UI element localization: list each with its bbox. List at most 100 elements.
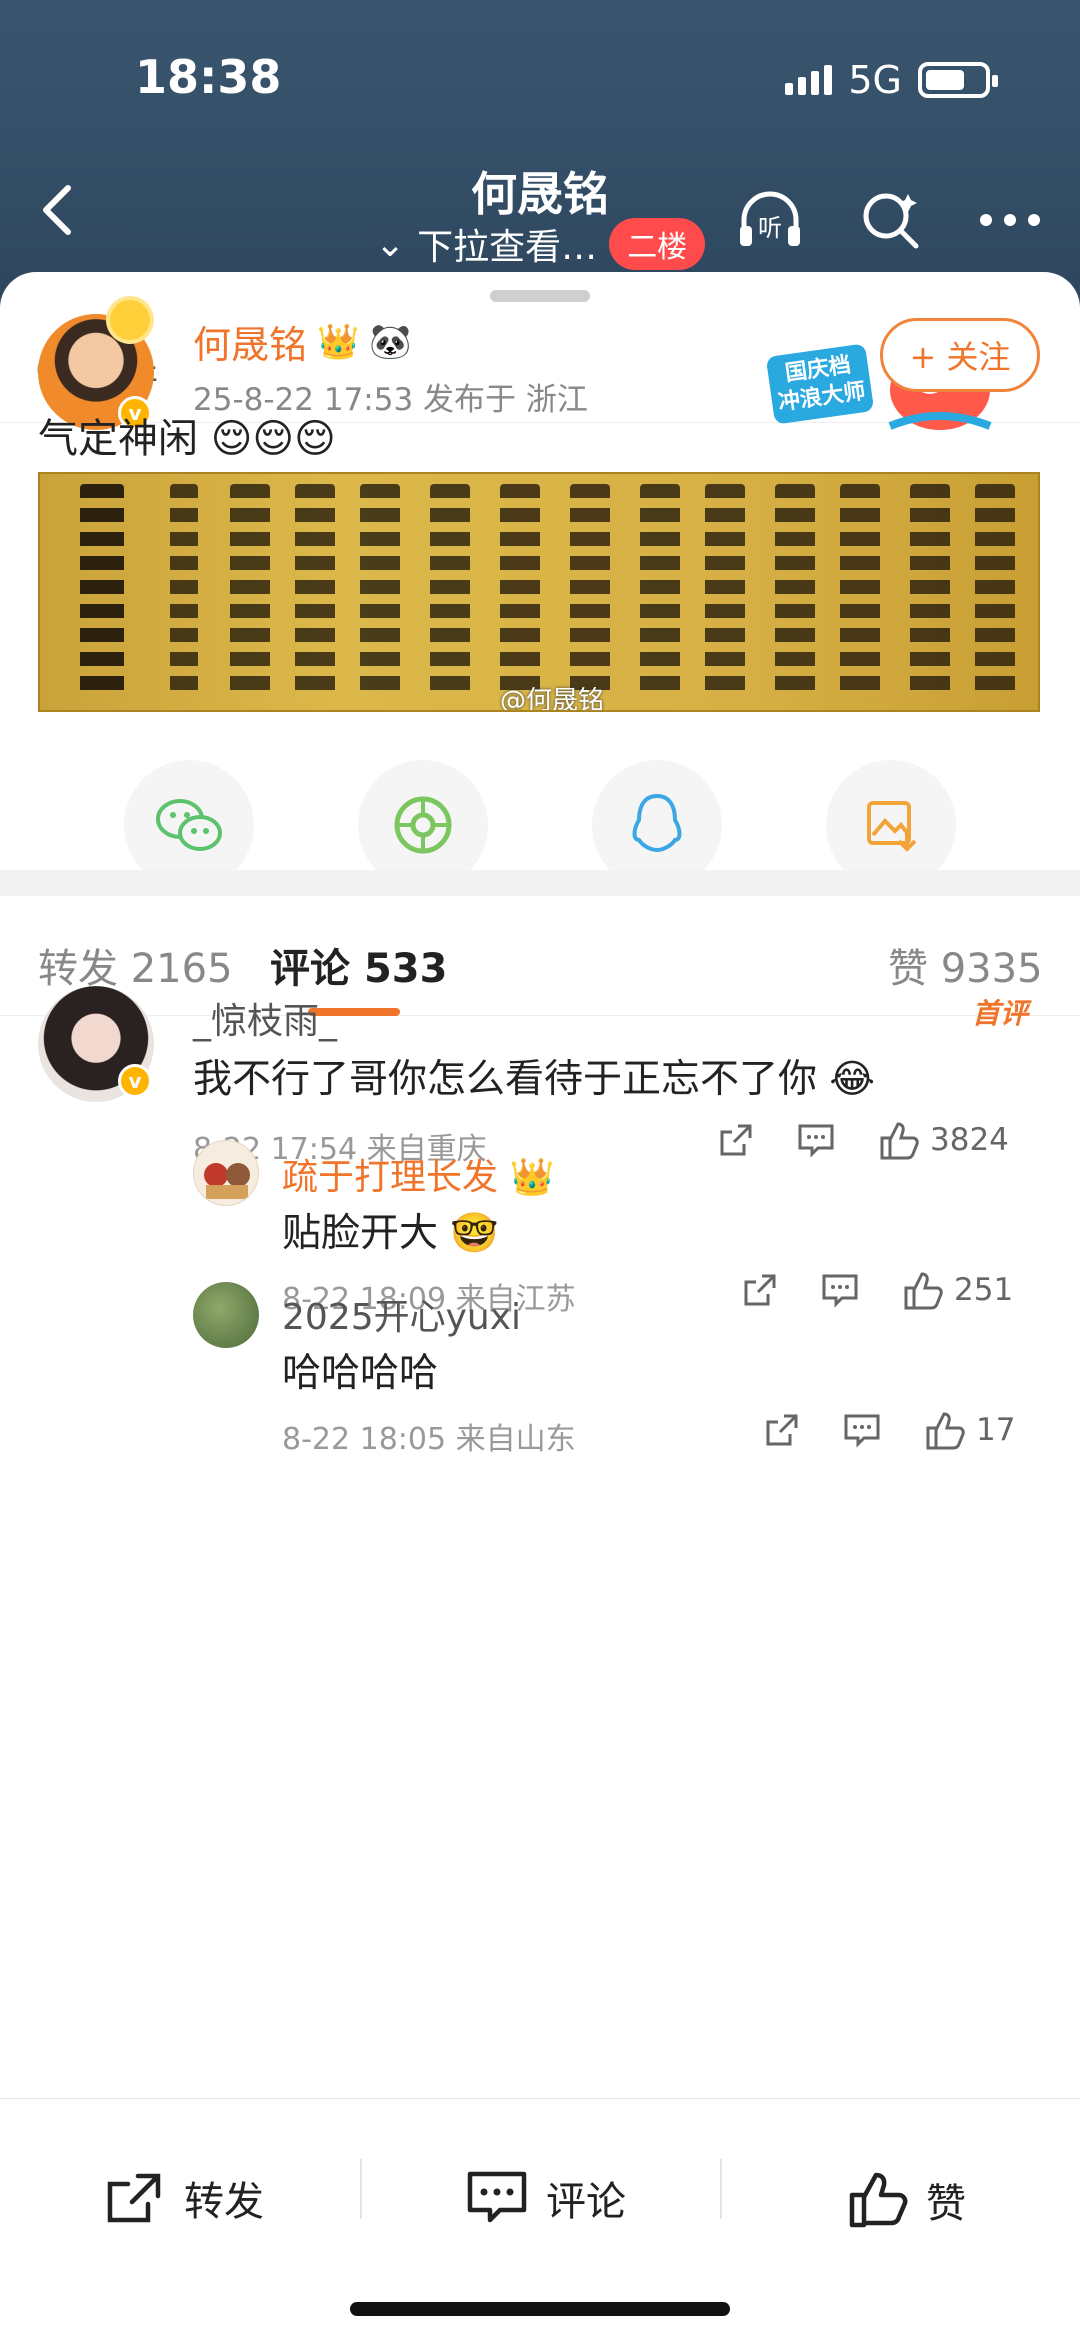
reply-like-button[interactable]: 251 <box>900 1268 1013 1312</box>
separator <box>360 2159 362 2219</box>
author-name-label: 何晟铭 <box>193 323 308 367</box>
battery-icon <box>918 62 998 98</box>
reply-repost-button[interactable] <box>740 1270 780 1310</box>
reply-reply-button[interactable] <box>820 1270 860 1310</box>
like-label: 赞 <box>926 2181 966 2227</box>
comment-repost-button[interactable] <box>716 1120 756 1160</box>
reply-like-count: 17 <box>976 1412 1016 1448</box>
commenter-name[interactable]: _惊枝雨_ <box>193 992 337 1044</box>
tab-bar: 转发 2165 评论 533 赞 9335 <box>0 896 1080 1016</box>
comment-icon <box>798 1124 834 1158</box>
wechat-icon <box>156 799 222 851</box>
reply-repost-button[interactable] <box>762 1410 802 1450</box>
separator <box>720 2159 722 2219</box>
comment-icon <box>467 2171 527 2223</box>
search-button[interactable] <box>850 180 930 260</box>
repost-button[interactable]: 转发 <box>104 2169 264 2227</box>
crown-icon: 👑 <box>317 321 360 362</box>
comment-label: 评论 <box>546 2179 626 2225</box>
reply-actions: 17 <box>762 1408 1015 1452</box>
glasses-emoji-icon: 🤓 <box>450 1211 499 1256</box>
comment-text: 我不行了哥你怎么看待于正忘不了你 😂 <box>193 1048 875 1104</box>
reply-text: 贴脸开大 🤓 <box>282 1202 499 1258</box>
status-icons: 5G <box>785 58 998 102</box>
laughing-emoji-icon: 😂 <box>829 1057 875 1102</box>
reply-actions: 251 <box>740 1268 1013 1312</box>
tab-comment-count: 533 <box>363 946 448 992</box>
svg-text:听: 听 <box>758 214 782 242</box>
top-bar: 18:38 5G 何晟铭 ⌄ 下拉查看… 二楼 听 <box>0 0 1080 300</box>
crown-icon: 👑 <box>509 1157 555 1198</box>
status-time: 18:38 <box>135 50 282 104</box>
floor-badge[interactable]: 二楼 <box>609 218 706 270</box>
like-button[interactable]: 赞 <box>846 2169 966 2231</box>
sun-decoration-icon <box>110 300 150 340</box>
signal-icon <box>785 65 833 95</box>
tab-comment[interactable]: 评论 533 <box>270 936 447 994</box>
save-image-icon <box>867 801 917 852</box>
reply-like-button[interactable]: 17 <box>922 1408 1015 1452</box>
thumbs-up-icon <box>904 1272 943 1310</box>
reply-avatar[interactable] <box>193 1282 259 1348</box>
tab-repost[interactable]: 转发 2165 <box>38 936 233 994</box>
search-icon <box>863 193 919 249</box>
tab-like-count: 9335 <box>940 946 1043 992</box>
thumbs-up-icon <box>849 2172 908 2228</box>
tab-repost-count: 2165 <box>130 946 233 992</box>
reply-author-label: 疏于打理长发 <box>282 1157 499 1198</box>
reply-text-content: 贴脸开大 <box>282 1211 439 1256</box>
more-icon <box>980 214 1040 226</box>
reply-author-name[interactable]: 2025开心yuxi <box>282 1288 521 1340</box>
nav-actions: 听 <box>730 180 1050 260</box>
section-divider <box>0 870 1080 896</box>
moments-icon <box>394 796 452 854</box>
more-button[interactable] <box>970 180 1050 260</box>
share-icon <box>766 1414 798 1446</box>
post-sheet: 公开 国庆档 冲浪大师 v 何晟铭 👑 🐼 25-8-22 17:53 发布于 … <box>0 272 1080 2342</box>
thumbs-up-icon <box>926 1412 965 1450</box>
emoji-icon: 😌😌😌 <box>210 416 336 462</box>
follow-button[interactable]: + 关注 <box>880 318 1040 392</box>
headphones-icon: 听 <box>740 191 800 246</box>
comment-reply-button[interactable] <box>796 1120 836 1160</box>
qq-icon <box>632 793 682 853</box>
promo-label: 国庆档 冲浪大师 <box>765 343 875 425</box>
reply-text: 哈哈哈哈 <box>282 1351 439 1396</box>
tab-like-label: 赞 <box>888 946 928 992</box>
network-label: 5G <box>848 58 902 102</box>
tab-comment-label: 评论 <box>270 946 350 992</box>
first-comment-badge: 首评 <box>972 997 1029 1030</box>
reply-avatar[interactable] <box>193 1140 259 1206</box>
comment-icon <box>844 1414 880 1448</box>
drag-handle[interactable] <box>490 290 590 302</box>
share-icon <box>720 1124 752 1156</box>
image-watermark: @何晟铭 <box>500 686 605 712</box>
reply-author-name[interactable]: 疏于打理长发 👑 <box>282 1148 554 1200</box>
comment-text-content: 我不行了哥你怎么看待于正忘不了你 <box>193 1057 818 1102</box>
reply-meta: 8-22 18:05 来自山东 <box>282 1422 576 1457</box>
pull-down-hint[interactable]: ⌄ 下拉查看… 二楼 <box>375 218 706 270</box>
listen-button[interactable]: 听 <box>730 180 810 260</box>
reply-like-count: 251 <box>954 1272 1014 1308</box>
avatar-illustration-icon <box>204 1163 250 1199</box>
panda-icon: 🐼 <box>369 321 412 362</box>
repost-label: 转发 <box>184 2179 264 2225</box>
tab-repost-label: 转发 <box>38 946 118 992</box>
comment-actions: 3824 <box>716 1118 1009 1162</box>
comment-icon <box>822 1274 858 1308</box>
comment-like-button[interactable]: 3824 <box>876 1118 1009 1162</box>
share-icon <box>107 2173 161 2223</box>
share-icon <box>744 1274 776 1306</box>
verified-badge-icon: v <box>118 1064 152 1098</box>
reply-reply-button[interactable] <box>842 1410 882 1450</box>
thumbs-up-icon <box>880 1122 919 1160</box>
tab-like[interactable]: 赞 9335 <box>888 936 1043 994</box>
post-image[interactable]: @何晟铭 <box>38 472 1040 712</box>
post-text-content: 气定神闲 <box>38 416 198 462</box>
author-name[interactable]: 何晟铭 👑 🐼 <box>193 314 412 369</box>
chevron-down-icon: ⌄ <box>375 223 406 265</box>
post-text: 气定神闲 😌😌😌 <box>38 406 336 464</box>
comment-button[interactable]: 评论 <box>466 2169 626 2227</box>
home-indicator <box>350 2302 730 2316</box>
pull-down-label: 下拉查看… <box>417 227 598 268</box>
